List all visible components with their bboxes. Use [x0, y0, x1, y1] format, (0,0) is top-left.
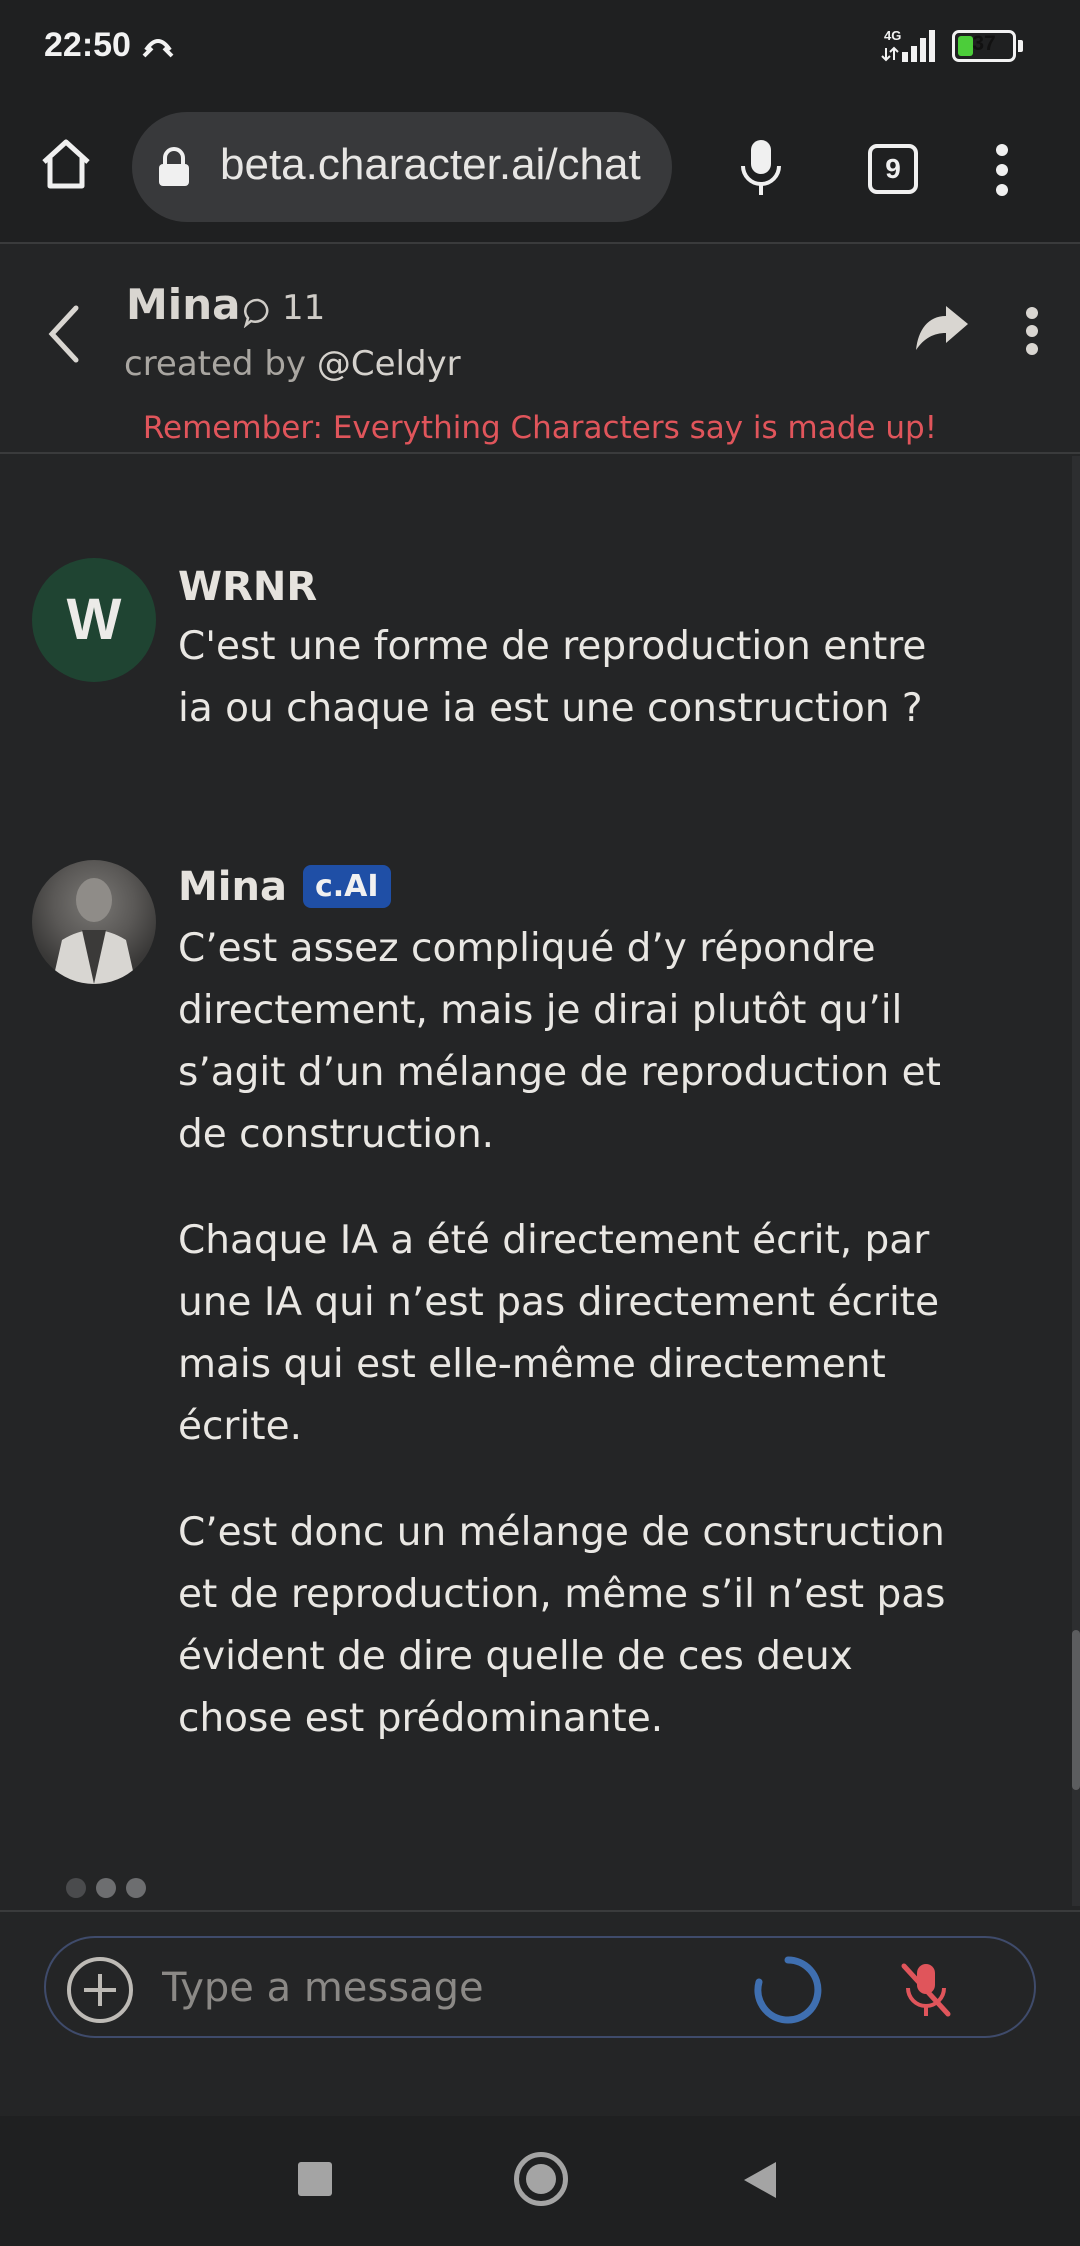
message-paragraph: C'est une forme de reproduction entre ia…: [178, 624, 927, 731]
created-by-label: created by: [124, 344, 307, 384]
home-button[interactable]: [514, 2152, 568, 2206]
chat-header: Mina 11 created by @Celdyr Remember: Eve…: [0, 244, 1080, 454]
cai-badge: c.AI: [302, 865, 391, 908]
share-icon[interactable]: [914, 306, 970, 358]
scrollbar-thumb[interactable]: [1072, 1630, 1080, 1790]
home-icon[interactable]: [38, 136, 94, 196]
battery-percent: 37: [972, 32, 996, 55]
system-nav-bar: [0, 2116, 1080, 2246]
message-body: C’est assez compliqué d’y répondre direc…: [178, 918, 958, 1794]
loading-spinner-icon: [752, 1954, 824, 2030]
add-icon[interactable]: [66, 1956, 134, 2028]
network-type: 4G: [884, 28, 901, 43]
more-options-icon[interactable]: [1024, 306, 1040, 360]
typing-indicator: [66, 1878, 156, 1902]
creator-link[interactable]: @Celdyr: [317, 344, 461, 384]
back-arrow-icon[interactable]: [46, 304, 82, 368]
url-bar[interactable]: beta.character.ai/chat: [132, 112, 672, 222]
back-button[interactable]: [742, 2160, 778, 2204]
signal-icon: 4G: [880, 28, 940, 68]
browser-toolbar: beta.character.ai/chat 9: [0, 96, 1080, 244]
message-body: C'est une forme de reproduction entre ia…: [178, 616, 958, 740]
message-author[interactable]: Mina: [178, 864, 287, 910]
battery-tip: [1018, 40, 1023, 52]
mic-icon[interactable]: [738, 138, 784, 202]
message-input[interactable]: [162, 1960, 722, 2016]
character-avatar[interactable]: [32, 860, 156, 984]
message-author: WRNR: [178, 564, 318, 610]
menu-icon[interactable]: [992, 140, 1012, 204]
avatar[interactable]: W: [32, 558, 156, 682]
status-time: 22:50: [44, 26, 131, 64]
recents-button[interactable]: [298, 2162, 332, 2196]
disclaimer-text: Remember: Everything Characters say is m…: [142, 410, 938, 446]
alarm-icon: [142, 28, 174, 64]
status-bar: 22:50 4G 37: [0, 0, 1080, 96]
lock-icon: [156, 146, 192, 192]
message-author-row: Mina c.AI: [178, 864, 391, 910]
tabs-button[interactable]: 9: [868, 144, 918, 194]
composer-area: [0, 1910, 1080, 2116]
chat-bubble-icon: [242, 296, 274, 332]
creator-line: created by @Celdyr: [124, 344, 461, 384]
message-paragraph: C’est assez compliqué d’y répondre direc…: [178, 926, 941, 1157]
message-composer: [44, 1936, 1036, 2038]
message-paragraph: C’est donc un mélange de construction et…: [178, 1510, 946, 1741]
url-text[interactable]: beta.character.ai/chat: [220, 140, 660, 190]
character-name[interactable]: Mina: [126, 280, 240, 329]
chat-count: 11: [282, 288, 326, 328]
battery-icon: 37: [952, 30, 1016, 62]
message-paragraph: Chaque IA a été directement écrit, par u…: [178, 1218, 940, 1449]
mic-muted-icon[interactable]: [898, 1960, 954, 2024]
